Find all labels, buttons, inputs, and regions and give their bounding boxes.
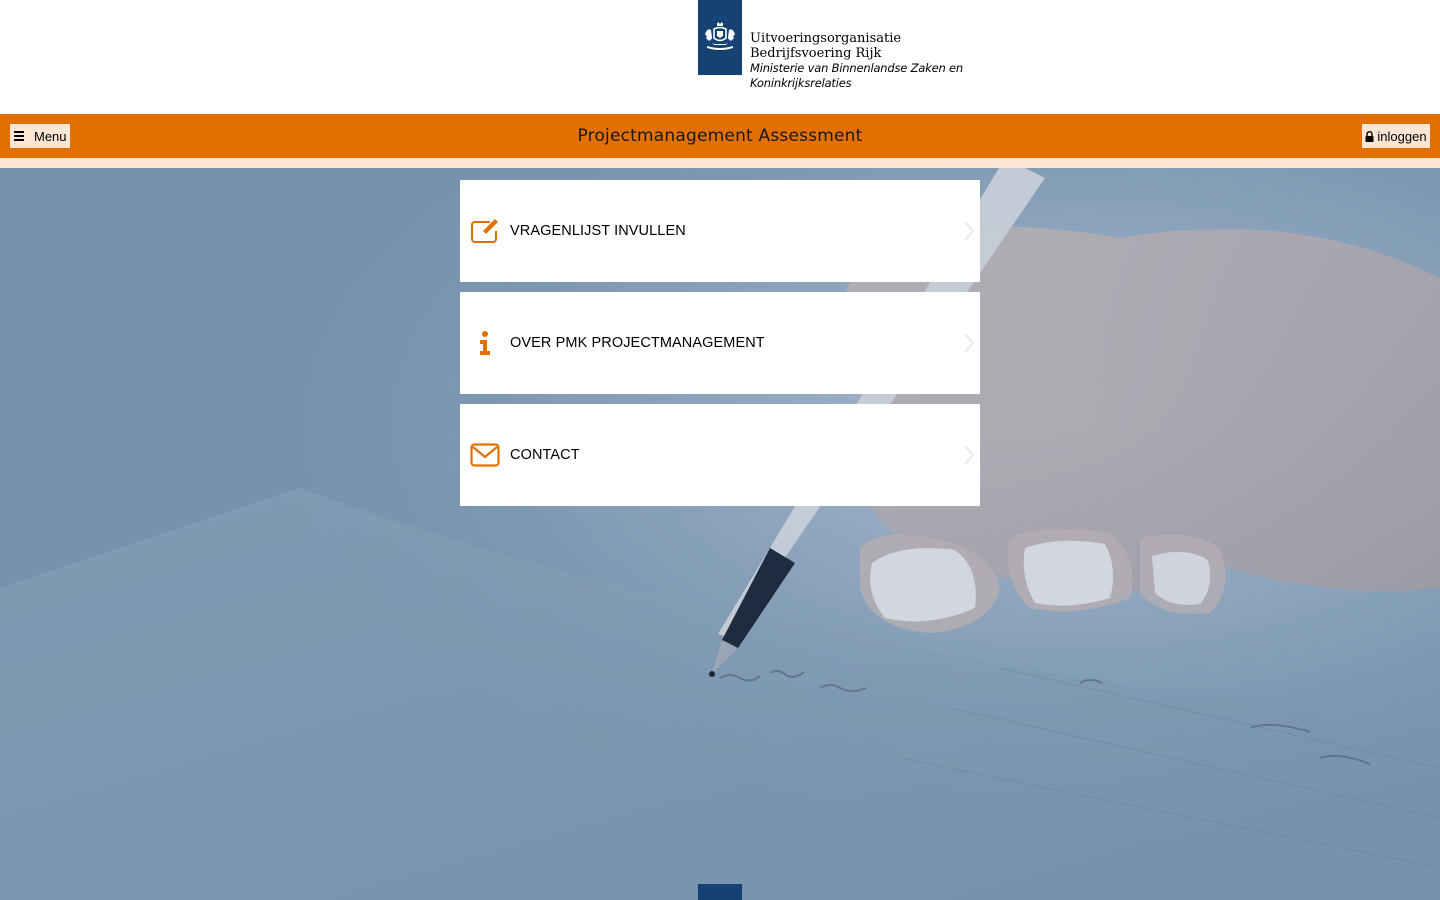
tile-over-pmk-projectmanagement[interactable]: OVER PMK PROJECTMANAGEMENT — [460, 292, 980, 394]
tile-label: VRAGENLIJST INVULLEN — [510, 223, 686, 239]
login-label: inloggen — [1377, 128, 1427, 144]
chevron-right-icon — [964, 333, 974, 353]
info-icon — [480, 331, 490, 355]
chevron-right-icon — [964, 221, 974, 241]
tile-contact[interactable]: CONTACT — [460, 404, 980, 506]
logo-line-organisation: Uitvoeringsorganisatie — [750, 31, 902, 46]
tile-label: OVER PMK PROJECTMANAGEMENT — [510, 335, 765, 351]
tile-label: CONTACT — [510, 447, 580, 463]
site-header: Uitvoeringsorganisatie Bedrijfsvoering R… — [0, 0, 1440, 114]
lock-icon — [1365, 130, 1374, 142]
rijkswapen-icon — [705, 21, 735, 50]
tile-vragenlijst-invullen[interactable]: VRAGENLIJST INVULLEN — [460, 180, 980, 282]
hamburger-icon — [14, 131, 24, 141]
edit-icon — [471, 219, 498, 243]
envelope-icon — [470, 443, 500, 467]
navbar-underline — [0, 158, 1440, 168]
logo-emblem[interactable] — [698, 0, 742, 75]
menu-button[interactable]: Menu — [10, 124, 70, 148]
login-button[interactable]: inloggen — [1362, 124, 1430, 148]
logo-line-ministry-2: Koninkrijksrelaties — [750, 76, 852, 90]
logo-line-ministry: Ministerie van Binnenlandse Zaken en — [750, 61, 963, 75]
page-title: Projectmanagement Assessment — [577, 126, 863, 146]
menu-label: Menu — [34, 128, 67, 144]
logo-line-department: Bedrijfsvoering Rijk — [750, 46, 882, 61]
chevron-right-icon — [964, 445, 974, 465]
logo-wordmark[interactable]: Uitvoeringsorganisatie Bedrijfsvoering R… — [750, 31, 963, 91]
footer-emblem-tab — [698, 884, 742, 900]
